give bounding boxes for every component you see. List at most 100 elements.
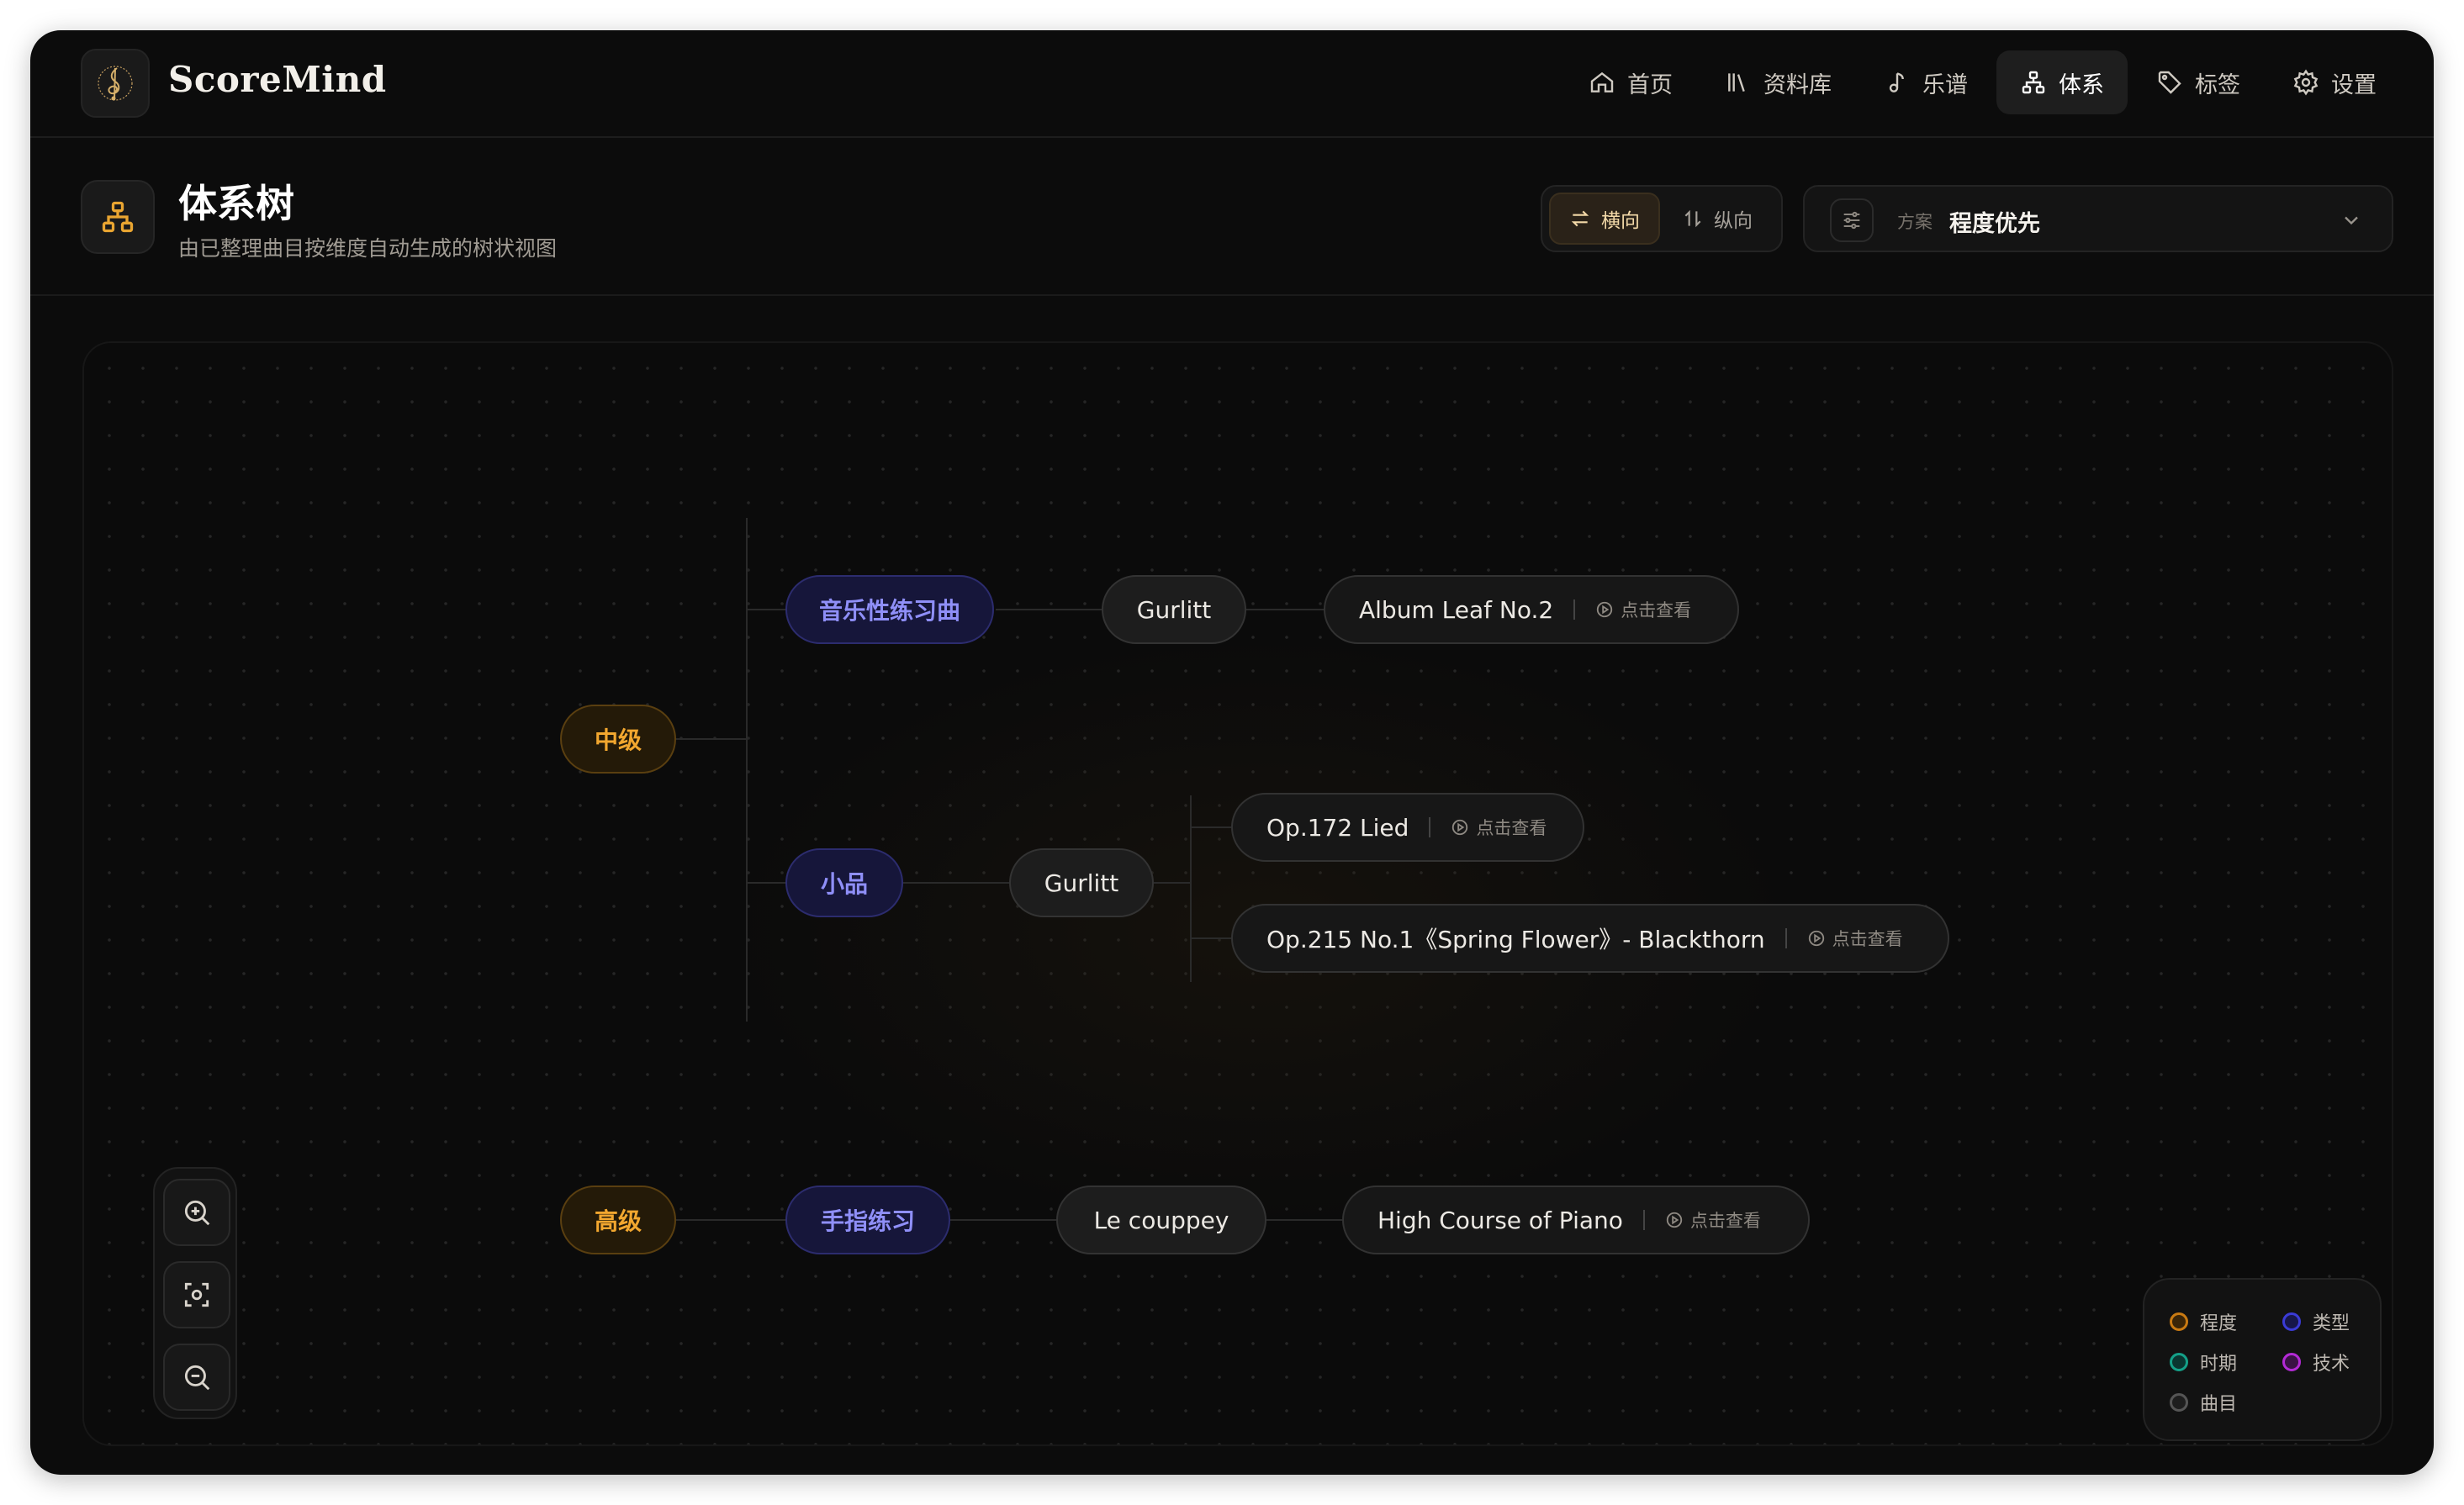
chevron-down-icon: [2345, 216, 2358, 225]
scheme-value: 程度优先: [1949, 211, 2040, 237]
node-label: Gurlitt: [1136, 595, 1212, 624]
nav-item-library[interactable]: 资料库: [1701, 50, 1855, 114]
zoom-in-icon: [184, 1200, 210, 1226]
legend: 程度 类型 时期 技术 曲目: [2143, 1278, 2382, 1441]
treble-clef-logo-icon: [98, 66, 133, 101]
legend-dot: [2282, 1312, 2301, 1331]
legend-label: 类型: [2313, 1313, 2350, 1334]
tree-node-composer[interactable]: Le couppey: [1056, 1186, 1266, 1254]
legend-label: 时期: [2200, 1354, 2238, 1375]
legend-label: 曲目: [2200, 1394, 2238, 1415]
page-header: 体系树 由已整理曲目按维度自动生成的树状视图 横向 纵向 方案 程度优先: [30, 138, 2434, 296]
nav-item-scores[interactable]: 乐谱: [1860, 50, 1991, 114]
orientation-horizontal-button[interactable]: 横向: [1549, 193, 1660, 245]
swap-vertical-icon: [1684, 209, 1701, 228]
tree-node-level[interactable]: 中级: [560, 705, 676, 774]
nav-label: 首页: [1627, 71, 1673, 98]
legend-label: 技术: [2313, 1354, 2350, 1375]
legend-item: 程度: [2170, 1308, 2237, 1335]
library-icon: [1728, 73, 1745, 92]
app-window: ScoreMind 首页 资料库 乐谱 体系 标签 设置 体系树 由已整理曲目按…: [30, 30, 2434, 1475]
hierarchy-icon: [102, 201, 134, 233]
tree-node-type[interactable]: 手指练习: [785, 1186, 950, 1254]
view-link[interactable]: 点击查看: [1807, 926, 1903, 951]
page-icon: [81, 180, 155, 254]
node-label: 手指练习: [820, 1207, 915, 1235]
view-label: 点击查看: [1689, 1211, 1761, 1231]
legend-dot: [2170, 1393, 2188, 1412]
legend-dot: [2282, 1353, 2301, 1371]
tree-node-piece[interactable]: High Course of Piano 点击查看: [1342, 1186, 1810, 1254]
node-label: Le couppey: [1093, 1206, 1229, 1234]
tree-edges: [673, 518, 1342, 1221]
top-nav-bar: ScoreMind 首页 资料库 乐谱 体系 标签 设置: [30, 30, 2434, 138]
app-logo[interactable]: [81, 49, 150, 118]
nav-item-home[interactable]: 首页: [1565, 50, 1696, 114]
tree-node-piece[interactable]: Op.172 Lied 点击查看: [1231, 793, 1584, 862]
view-label: 点击查看: [1832, 929, 1903, 949]
orientation-horizontal-label: 横向: [1601, 210, 1640, 232]
nav-label: 标签: [2195, 71, 2240, 98]
piece-title: Album Leaf No.2: [1359, 595, 1554, 624]
node-label: 高级: [594, 1207, 642, 1235]
fit-view-button[interactable]: [163, 1261, 230, 1328]
gear-icon: [2293, 69, 2319, 96]
legend-dot: [2170, 1312, 2188, 1331]
node-label: 小品: [820, 870, 868, 898]
divider: [1429, 817, 1431, 837]
tree-node-type[interactable]: 小品: [785, 848, 903, 917]
node-label: 音乐性练习曲: [818, 597, 960, 625]
view-link[interactable]: 点击查看: [1665, 1207, 1761, 1233]
orientation-vertical-button[interactable]: 纵向: [1663, 193, 1771, 245]
scheme-select[interactable]: 方案 程度优先: [1803, 185, 2393, 252]
legend-label: 程度: [2200, 1313, 2238, 1334]
nav-label: 乐谱: [1922, 71, 1968, 98]
hierarchy-icon: [2022, 71, 2045, 94]
nav-item-tags[interactable]: 标签: [2133, 50, 2264, 114]
tree-canvas[interactable]: 中级 高级 音乐性练习曲 小品 手指练习 Gurlitt Gurlitt Le …: [82, 341, 2393, 1446]
zoom-out-icon: [184, 1365, 210, 1391]
piece-title: Op.172 Lied: [1266, 813, 1409, 842]
view-link[interactable]: 点击查看: [1451, 815, 1547, 840]
page-title: 体系树: [178, 181, 294, 226]
brand-name: ScoreMind: [168, 59, 387, 100]
legend-item: 技术: [2282, 1349, 2350, 1376]
play-circle-icon: [1452, 819, 1468, 836]
legend-item: 曲目: [2170, 1389, 2237, 1416]
page-subtitle: 由已整理曲目按维度自动生成的树状视图: [178, 236, 558, 261]
tag-icon: [2158, 71, 2181, 94]
sliders-icon: [1830, 198, 1874, 242]
home-icon: [1590, 71, 1614, 92]
nav-item-system[interactable]: 体系: [1996, 50, 2128, 114]
tree-node-type[interactable]: 音乐性练习曲: [785, 575, 994, 644]
orientation-toggle: 横向 纵向: [1541, 185, 1783, 252]
main-nav: 首页 资料库 乐谱 体系 标签 设置: [1565, 50, 2400, 114]
swap-horizontal-icon: [1571, 210, 1589, 227]
tree-node-piece[interactable]: Album Leaf No.2 点击查看: [1324, 575, 1739, 644]
piece-title: Op.215 No.1《Spring Flower》- Blackthorn: [1266, 926, 1765, 953]
nav-label: 体系: [2059, 71, 2104, 98]
legend-item: 类型: [2282, 1308, 2350, 1335]
view-link[interactable]: 点击查看: [1595, 597, 1691, 622]
nav-label: 资料库: [1763, 71, 1832, 98]
play-circle-icon: [1666, 1212, 1683, 1228]
zoom-out-button[interactable]: [163, 1344, 230, 1411]
node-label: Gurlitt: [1044, 869, 1119, 897]
focus-frame-icon: [184, 1282, 209, 1307]
tree-node-piece[interactable]: Op.215 No.1《Spring Flower》- Blackthorn 点…: [1231, 904, 1949, 973]
play-circle-icon: [1597, 601, 1613, 618]
zoom-in-button[interactable]: [163, 1179, 230, 1246]
divider: [1573, 599, 1576, 620]
divider: [1785, 928, 1787, 948]
nav-item-settings[interactable]: 设置: [2269, 50, 2400, 114]
view-label: 点击查看: [1476, 818, 1547, 838]
tree-node-composer[interactable]: Gurlitt: [1102, 575, 1246, 644]
tree-node-level[interactable]: 高级: [560, 1186, 676, 1254]
legend-item: 时期: [2170, 1349, 2237, 1376]
zoom-controls: [153, 1167, 237, 1419]
tree-node-composer[interactable]: Gurlitt: [1009, 848, 1154, 917]
node-label: 中级: [594, 726, 642, 754]
legend-dot: [2170, 1353, 2188, 1371]
orientation-vertical-label: 纵向: [1714, 210, 1753, 232]
piece-title: High Course of Piano: [1377, 1206, 1623, 1234]
